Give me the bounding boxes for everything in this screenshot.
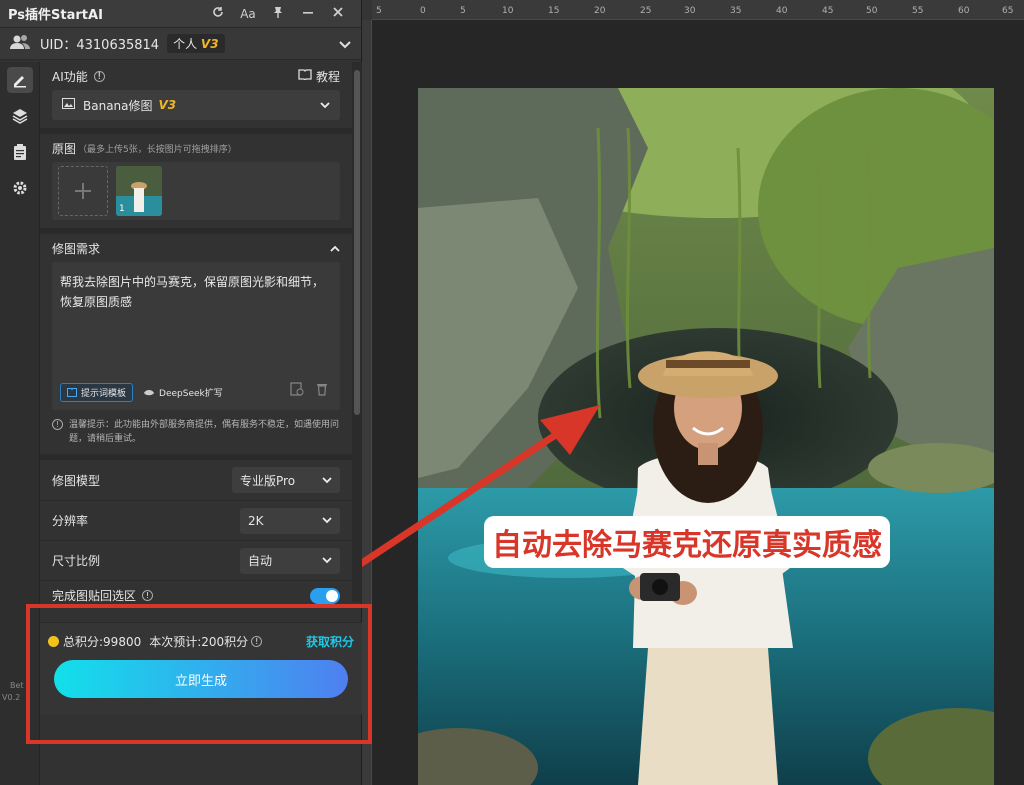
source-header: 原图 （最多上传5张，长按图片可拖拽排序） bbox=[40, 134, 352, 162]
deepseek-label: DeepSeek扩写 bbox=[159, 389, 223, 399]
chevron-down-icon bbox=[322, 517, 332, 524]
user-bar[interactable]: UID：4310635814 个人 V3 bbox=[0, 28, 361, 60]
highlight-box bbox=[26, 604, 372, 744]
plan-label: 个人 bbox=[173, 37, 198, 51]
users-icon bbox=[10, 34, 30, 54]
deepseek-button[interactable]: DeepSeek扩写 bbox=[143, 386, 223, 399]
resolution-label: 分辨率 bbox=[52, 514, 89, 528]
ruler-tick: 10 bbox=[502, 6, 514, 16]
paste-toggle[interactable] bbox=[310, 587, 340, 604]
whale-icon bbox=[144, 390, 155, 396]
ruler-tick: 20 bbox=[594, 6, 606, 16]
source-label: 原图 bbox=[52, 141, 77, 156]
ruler-tick: 40 bbox=[776, 6, 788, 16]
prompt-template-button[interactable]: 提示词模板 bbox=[60, 383, 134, 402]
gear-icon bbox=[13, 181, 27, 195]
paste-label: 完成图贴回选区 bbox=[52, 589, 137, 603]
upload-add-button[interactable] bbox=[58, 166, 108, 216]
ruler-tick: 55 bbox=[912, 6, 924, 16]
title-bar: Ps插件StartAI Aa bbox=[0, 0, 361, 28]
layers-icon bbox=[12, 109, 28, 124]
nav-edit[interactable] bbox=[0, 62, 40, 98]
nav-clipboard[interactable] bbox=[0, 134, 40, 170]
minimize-icon[interactable] bbox=[293, 6, 323, 21]
ratio-value: 自动 bbox=[248, 554, 273, 568]
image-icon bbox=[62, 98, 75, 112]
plan-badge: 个人 V3 bbox=[167, 34, 225, 53]
prompt-box: 帮我去除图片中的马赛克，保留原图光影和细节，恢复原图质感 提示词模板 DeepS… bbox=[52, 262, 340, 410]
canvas-photo[interactable] bbox=[418, 88, 994, 785]
thumbnail-index: 1 bbox=[119, 204, 125, 214]
ruler-tick: 25 bbox=[640, 6, 652, 16]
notice-row: ! 温馨提示：此功能由外部服务商提供，偶有服务不稳定，如遇使用问题，请稍后重试。 bbox=[40, 410, 352, 454]
model-label: 修图模型 bbox=[52, 473, 101, 488]
prompt-label: 修图需求 bbox=[52, 241, 101, 256]
trash-icon[interactable] bbox=[316, 381, 328, 400]
history-icon[interactable] bbox=[290, 381, 304, 400]
info-icon: ! bbox=[52, 419, 63, 430]
feature-select[interactable]: Banana修图 V3 bbox=[52, 90, 340, 120]
chevron-down-icon[interactable] bbox=[339, 34, 351, 53]
ruler-tick: 35 bbox=[730, 6, 742, 16]
nav-layers[interactable] bbox=[0, 98, 40, 134]
app-title: Ps插件StartAI bbox=[8, 8, 103, 23]
pen-icon bbox=[14, 76, 26, 88]
ruler-top: 5 0 5 10 15 20 25 30 35 40 45 50 55 60 6… bbox=[372, 0, 1024, 20]
tutorial-link[interactable]: 教程 bbox=[316, 68, 340, 85]
notice-text: 温馨提示：此功能由外部服务商提供，偶有服务不稳定，如遇使用问题，请稍后重试。 bbox=[69, 420, 340, 444]
upload-area: 1 bbox=[52, 162, 340, 220]
chevron-down-icon bbox=[320, 98, 330, 112]
ruler-tick: 50 bbox=[866, 6, 878, 16]
resolution-row: 分辨率 2K bbox=[40, 500, 352, 540]
prompt-header[interactable]: 修图需求 bbox=[40, 234, 352, 262]
source-thumbnail[interactable]: 1 bbox=[116, 166, 162, 216]
ruler-tick: 65 bbox=[1002, 6, 1014, 16]
prompt-textarea[interactable]: 帮我去除图片中的马赛克，保留原图光影和细节，恢复原图质感 bbox=[52, 262, 340, 372]
book-icon[interactable] bbox=[298, 69, 312, 83]
ruler-tick: 5 bbox=[376, 6, 382, 16]
model-row: 修图模型 专业版Pro bbox=[40, 460, 352, 500]
prompt-template-label: 提示词模板 bbox=[81, 389, 127, 399]
plus-icon bbox=[75, 183, 91, 199]
source-hint: （最多上传5张，长按图片可拖拽排序） bbox=[78, 144, 237, 155]
ruler-tick: 0 bbox=[420, 6, 426, 16]
annotation-label: 自动去除马赛克还原真实质感 bbox=[484, 516, 890, 568]
version-label: V0.2 bbox=[2, 693, 21, 702]
nav-settings[interactable] bbox=[0, 170, 40, 206]
beta-label: Bet bbox=[10, 681, 24, 690]
version-info: Bet V0.2 bbox=[2, 680, 24, 704]
feature-version: V3 bbox=[158, 98, 177, 112]
photo-illustration bbox=[418, 88, 994, 785]
pin-icon[interactable] bbox=[263, 6, 293, 21]
model-select[interactable]: 专业版Pro bbox=[232, 467, 340, 493]
resolution-select[interactable]: 2K bbox=[240, 507, 340, 534]
info-icon[interactable]: ! bbox=[93, 70, 105, 82]
refresh-icon[interactable] bbox=[203, 6, 233, 21]
ai-feature-header: AI功能 ! 教程 bbox=[40, 62, 352, 90]
chevron-down-icon bbox=[322, 476, 332, 483]
clipboard-icon bbox=[14, 144, 26, 160]
ruler-tick: 45 bbox=[822, 6, 834, 16]
ruler-tick: 5 bbox=[460, 6, 466, 16]
ruler-tick: 60 bbox=[958, 6, 970, 16]
book-icon bbox=[67, 388, 77, 397]
uid-text: UID：4310635814 bbox=[40, 38, 160, 53]
plan-version: V3 bbox=[200, 37, 219, 51]
chevron-down-icon bbox=[322, 557, 332, 564]
ai-feature-label: AI功能 bbox=[52, 69, 88, 84]
ruler-tick: 15 bbox=[548, 6, 560, 16]
ratio-select[interactable]: 自动 bbox=[240, 547, 340, 574]
ruler-corner bbox=[362, 0, 372, 20]
close-icon[interactable] bbox=[323, 6, 353, 21]
resolution-value: 2K bbox=[248, 513, 264, 528]
model-value: 专业版Pro bbox=[240, 473, 296, 488]
panel-scrollbar-thumb[interactable] bbox=[354, 70, 360, 415]
ruler-tick: 30 bbox=[684, 6, 696, 16]
ratio-label: 尺寸比例 bbox=[52, 554, 101, 568]
chevron-up-icon[interactable] bbox=[330, 241, 340, 255]
feature-name: Banana修图 bbox=[83, 98, 153, 113]
info-icon[interactable]: ! bbox=[142, 590, 154, 601]
ratio-row: 尺寸比例 自动 bbox=[40, 540, 352, 580]
font-icon[interactable]: Aa bbox=[233, 7, 263, 21]
